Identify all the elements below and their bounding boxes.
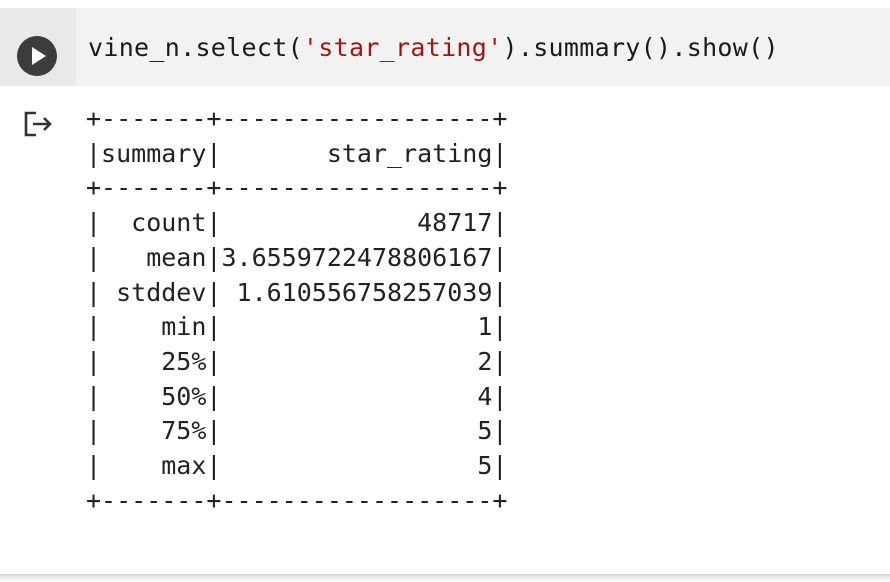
- notebook-code-cell: vine_n.select('star_rating').summary().s…: [0, 0, 890, 574]
- output-line: | mean|3.6559722478806167|: [86, 242, 508, 272]
- output-line: +-------+------------------+: [86, 104, 508, 133]
- code-prefix: vine_n.select(: [88, 33, 303, 62]
- output-line: | min| 1|: [86, 312, 508, 342]
- code-suffix: ).summary().show(): [502, 33, 779, 62]
- output-line: | max| 5|: [86, 451, 508, 481]
- cell-output: +-------+------------------+ |summary| s…: [86, 102, 507, 518]
- code-editor[interactable]: vine_n.select('star_rating').summary().s…: [76, 8, 890, 86]
- output-line: +-------+------------------+: [86, 485, 508, 515]
- output-line: +-------+------------------+: [86, 173, 508, 203]
- code-line: vine_n.select('star_rating').summary().s…: [88, 32, 779, 64]
- output-line: |summary| star_rating|: [86, 138, 508, 168]
- output-line: | 25%| 2|: [86, 346, 508, 376]
- cell-bottom-shadow: [0, 574, 890, 582]
- output-line: | 75%| 5|: [86, 416, 508, 446]
- cell-gutter: [0, 8, 76, 86]
- output-redirect-icon[interactable]: [22, 110, 56, 140]
- output-line: | count| 48717|: [86, 208, 508, 238]
- code-string-literal: 'star_rating': [302, 33, 503, 62]
- output-line: | stddev| 1.610556758257039|: [86, 277, 508, 307]
- output-line: | 50%| 4|: [86, 381, 508, 411]
- play-icon: [32, 47, 46, 65]
- run-cell-button[interactable]: [17, 36, 57, 76]
